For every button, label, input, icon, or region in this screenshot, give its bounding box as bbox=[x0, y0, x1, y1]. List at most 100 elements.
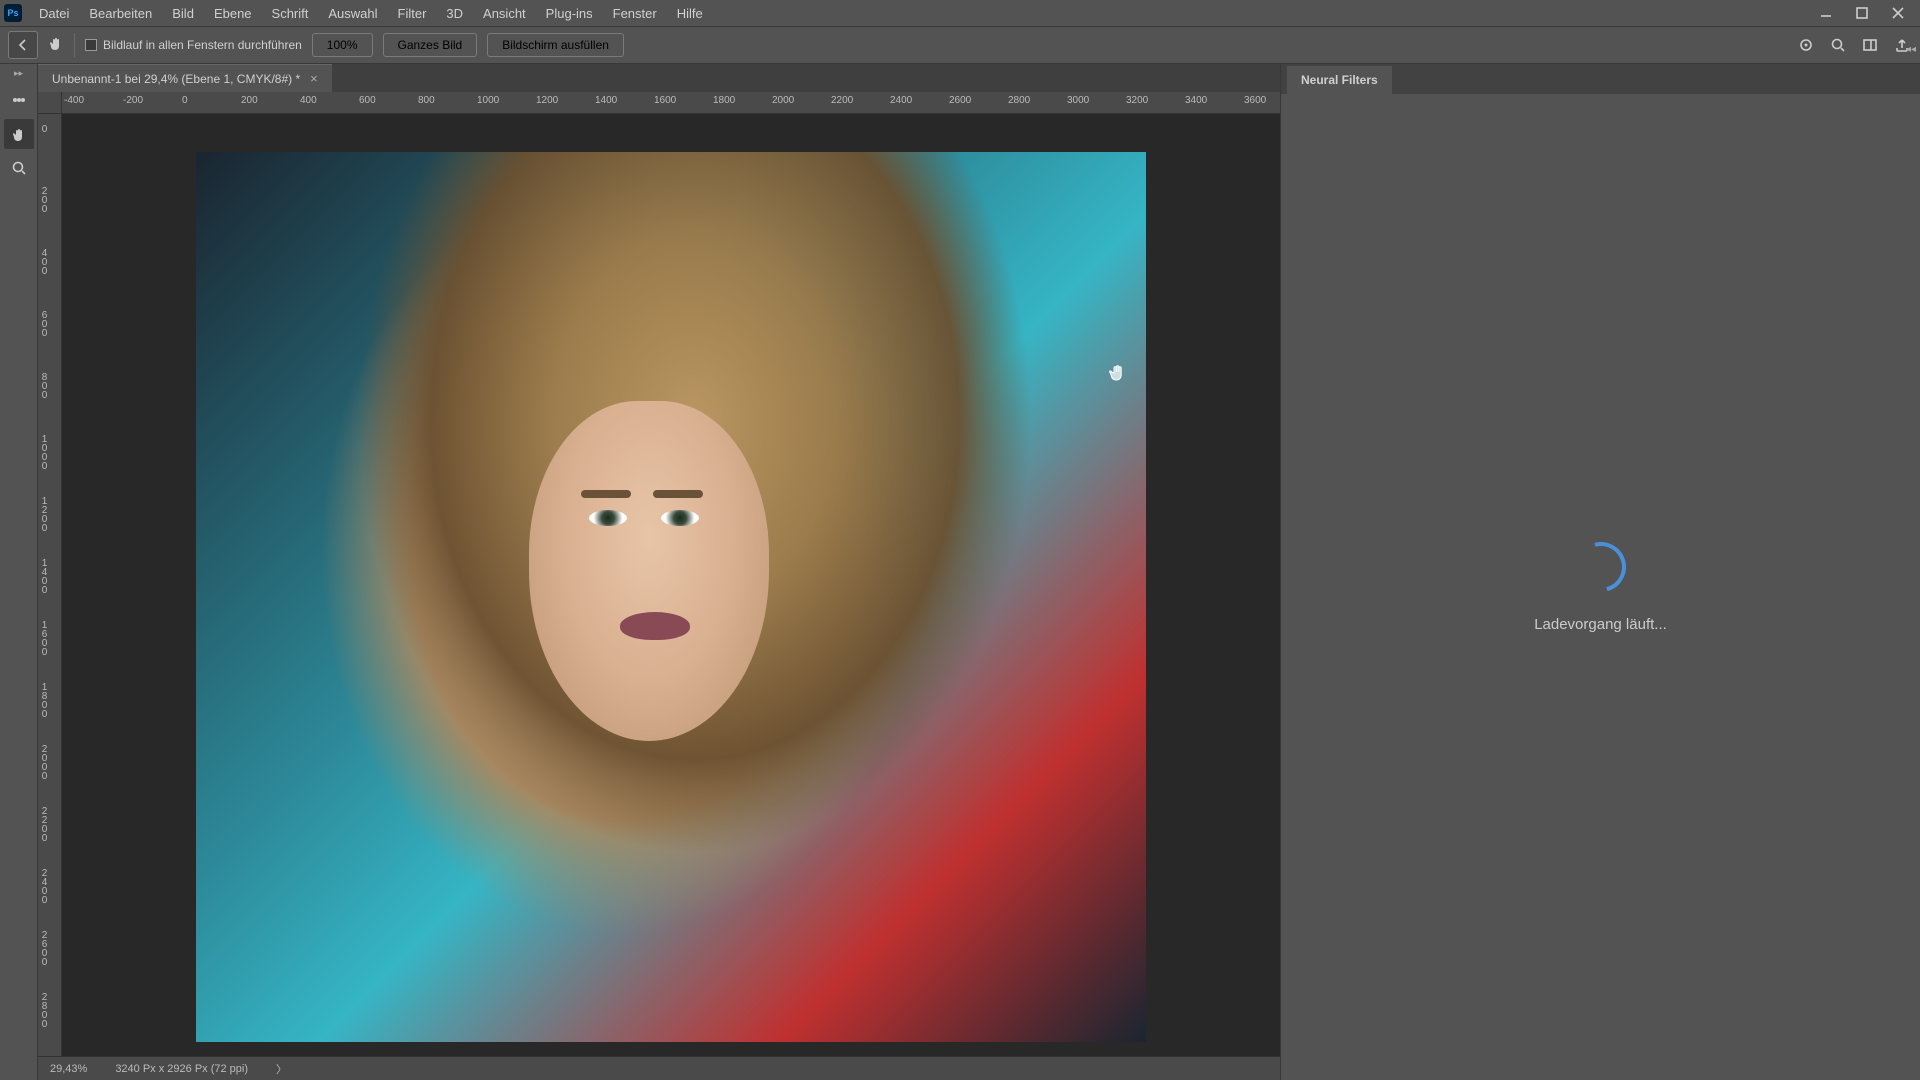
ruler-tick: 800 bbox=[418, 95, 435, 106]
panel-body: Ladevorgang läuft... bbox=[1281, 94, 1920, 1080]
status-bar: 29,43% 3240 Px x 2926 Px (72 ppi) 〉 bbox=[38, 1056, 1280, 1080]
ruler-tick: 1000 bbox=[477, 95, 499, 106]
ruler-tick: 2800 bbox=[40, 992, 48, 1028]
hand-tool-button[interactable] bbox=[4, 119, 34, 149]
close-button[interactable] bbox=[1880, 1, 1916, 25]
zoom-tool-button[interactable] bbox=[4, 153, 34, 183]
minimize-button[interactable] bbox=[1808, 1, 1844, 25]
maximize-button[interactable] bbox=[1844, 1, 1880, 25]
fit-screen-button[interactable]: Ganzes Bild bbox=[383, 33, 478, 57]
image-content bbox=[529, 401, 769, 741]
ruler-tick: -400 bbox=[64, 95, 84, 106]
main-area: ▸▸ Unbenannt-1 bei 29,4% (Ebene 1, CMYK/… bbox=[0, 64, 1920, 1080]
ruler-tick: 600 bbox=[359, 95, 376, 106]
ruler-tick: 400 bbox=[300, 95, 317, 106]
menu-3d[interactable]: 3D bbox=[437, 3, 472, 24]
canvas-viewport[interactable] bbox=[62, 114, 1280, 1080]
horizontal-ruler[interactable]: -400-20002004006008001000120014001600180… bbox=[62, 92, 1280, 114]
ruler-tick: 2600 bbox=[949, 95, 971, 106]
status-dimensions: 3240 Px x 2926 Px (72 ppi) bbox=[115, 1063, 248, 1075]
workspace-button[interactable] bbox=[1860, 35, 1880, 55]
ruler-tick: 2800 bbox=[1008, 95, 1030, 106]
scroll-all-windows-label: Bildlauf in allen Fenstern durchführen bbox=[103, 38, 302, 52]
image-content bbox=[661, 510, 699, 526]
menu-window[interactable]: Fenster bbox=[604, 3, 666, 24]
document-tab-close-button[interactable]: × bbox=[310, 71, 318, 86]
menu-image[interactable]: Bild bbox=[163, 3, 203, 24]
ruler-tick: 3400 bbox=[1185, 95, 1207, 106]
ruler-tick: 2600 bbox=[40, 930, 48, 966]
document-tab-bar: Unbenannt-1 bei 29,4% (Ebene 1, CMYK/8#)… bbox=[38, 64, 1280, 92]
chevron-left-icon bbox=[15, 37, 31, 53]
menu-view[interactable]: Ansicht bbox=[474, 3, 535, 24]
workspace-icon bbox=[1862, 37, 1878, 53]
tools-expand-button[interactable]: ▸▸ bbox=[14, 68, 23, 79]
ruler-tick: 2000 bbox=[40, 744, 48, 780]
minimize-icon bbox=[1818, 5, 1834, 21]
options-right-group bbox=[1796, 35, 1912, 55]
target-icon bbox=[1798, 37, 1814, 53]
ellipsis-icon bbox=[11, 92, 27, 108]
menu-layer[interactable]: Ebene bbox=[205, 3, 261, 24]
menu-edit[interactable]: Bearbeiten bbox=[80, 3, 161, 24]
ruler-tick: 1600 bbox=[654, 95, 676, 106]
tools-panel: ▸▸ bbox=[0, 64, 38, 1080]
magnifier-icon bbox=[11, 160, 27, 176]
collapse-panels-button[interactable]: ◂◂ bbox=[1906, 44, 1916, 55]
status-zoom[interactable]: 29,43% bbox=[50, 1063, 87, 1075]
menu-filter[interactable]: Filter bbox=[389, 3, 436, 24]
separator bbox=[74, 33, 75, 57]
ruler-tick: 200 bbox=[241, 95, 258, 106]
ruler-tick: 1800 bbox=[713, 95, 735, 106]
menu-select[interactable]: Auswahl bbox=[319, 3, 386, 24]
canvas-image bbox=[196, 152, 1146, 1042]
checkbox-icon bbox=[85, 39, 97, 51]
fill-screen-button[interactable]: Bildschirm ausfüllen bbox=[487, 33, 624, 57]
window-controls bbox=[1808, 1, 1916, 25]
home-button[interactable] bbox=[8, 31, 38, 59]
scroll-all-windows-checkbox[interactable]: Bildlauf in allen Fenstern durchführen bbox=[85, 38, 302, 52]
search-icon bbox=[1830, 37, 1846, 53]
neural-filters-tab[interactable]: Neural Filters bbox=[1287, 66, 1392, 94]
ruler-origin[interactable] bbox=[38, 92, 62, 114]
ruler-tick: 2200 bbox=[831, 95, 853, 106]
ruler-tick: 0 bbox=[182, 95, 188, 106]
hand-icon bbox=[11, 126, 27, 142]
document-area: Unbenannt-1 bei 29,4% (Ebene 1, CMYK/8#)… bbox=[38, 64, 1280, 1080]
ruler-tick: 1200 bbox=[40, 496, 48, 532]
ruler-tick: 400 bbox=[40, 248, 48, 275]
loading-text: Ladevorgang läuft... bbox=[1534, 616, 1667, 633]
image-content bbox=[581, 490, 631, 498]
title-bar: Ps Datei Bearbeiten Bild Ebene Schrift A… bbox=[0, 0, 1920, 26]
ruler-tick: 2000 bbox=[772, 95, 794, 106]
image-content bbox=[589, 510, 627, 526]
menu-plugins[interactable]: Plug-ins bbox=[537, 3, 602, 24]
ruler-tick: 1800 bbox=[40, 682, 48, 718]
search-button[interactable] bbox=[1828, 35, 1848, 55]
zoom-100-button[interactable]: 100% bbox=[312, 33, 373, 57]
maximize-icon bbox=[1854, 5, 1870, 21]
ruler-tick: 200 bbox=[40, 186, 48, 213]
edit-toolbar-button[interactable] bbox=[4, 85, 34, 115]
ruler-tick: 1400 bbox=[40, 558, 48, 594]
document-tab[interactable]: Unbenannt-1 bei 29,4% (Ebene 1, CMYK/8#)… bbox=[38, 64, 332, 92]
ruler-tick: 1600 bbox=[40, 620, 48, 656]
ruler-tick: 800 bbox=[40, 372, 48, 399]
status-flyout-button[interactable]: 〉 bbox=[276, 1061, 287, 1077]
ruler-tick: 2400 bbox=[890, 95, 912, 106]
ruler-tick: 1000 bbox=[40, 434, 48, 470]
vertical-ruler[interactable]: 0200400600800100012001400160018002000220… bbox=[38, 114, 62, 1080]
app-icon: Ps bbox=[4, 4, 22, 22]
menu-file[interactable]: Datei bbox=[30, 3, 78, 24]
menu-bar: Datei Bearbeiten Bild Ebene Schrift Ausw… bbox=[30, 3, 712, 24]
ruler-tick: 1200 bbox=[536, 95, 558, 106]
ruler-tick: 0 bbox=[40, 124, 48, 133]
ruler-tick: 3000 bbox=[1067, 95, 1089, 106]
menu-type[interactable]: Schrift bbox=[263, 3, 318, 24]
ruler-tick: 2400 bbox=[40, 868, 48, 904]
menu-help[interactable]: Hilfe bbox=[668, 3, 712, 24]
neural-filters-panel: Neural Filters Ladevorgang läuft... bbox=[1280, 64, 1920, 1080]
cloud-sync-button[interactable] bbox=[1796, 35, 1816, 55]
panel-tab-bar: Neural Filters bbox=[1281, 64, 1920, 94]
ruler-tick: 3600 bbox=[1244, 95, 1266, 106]
